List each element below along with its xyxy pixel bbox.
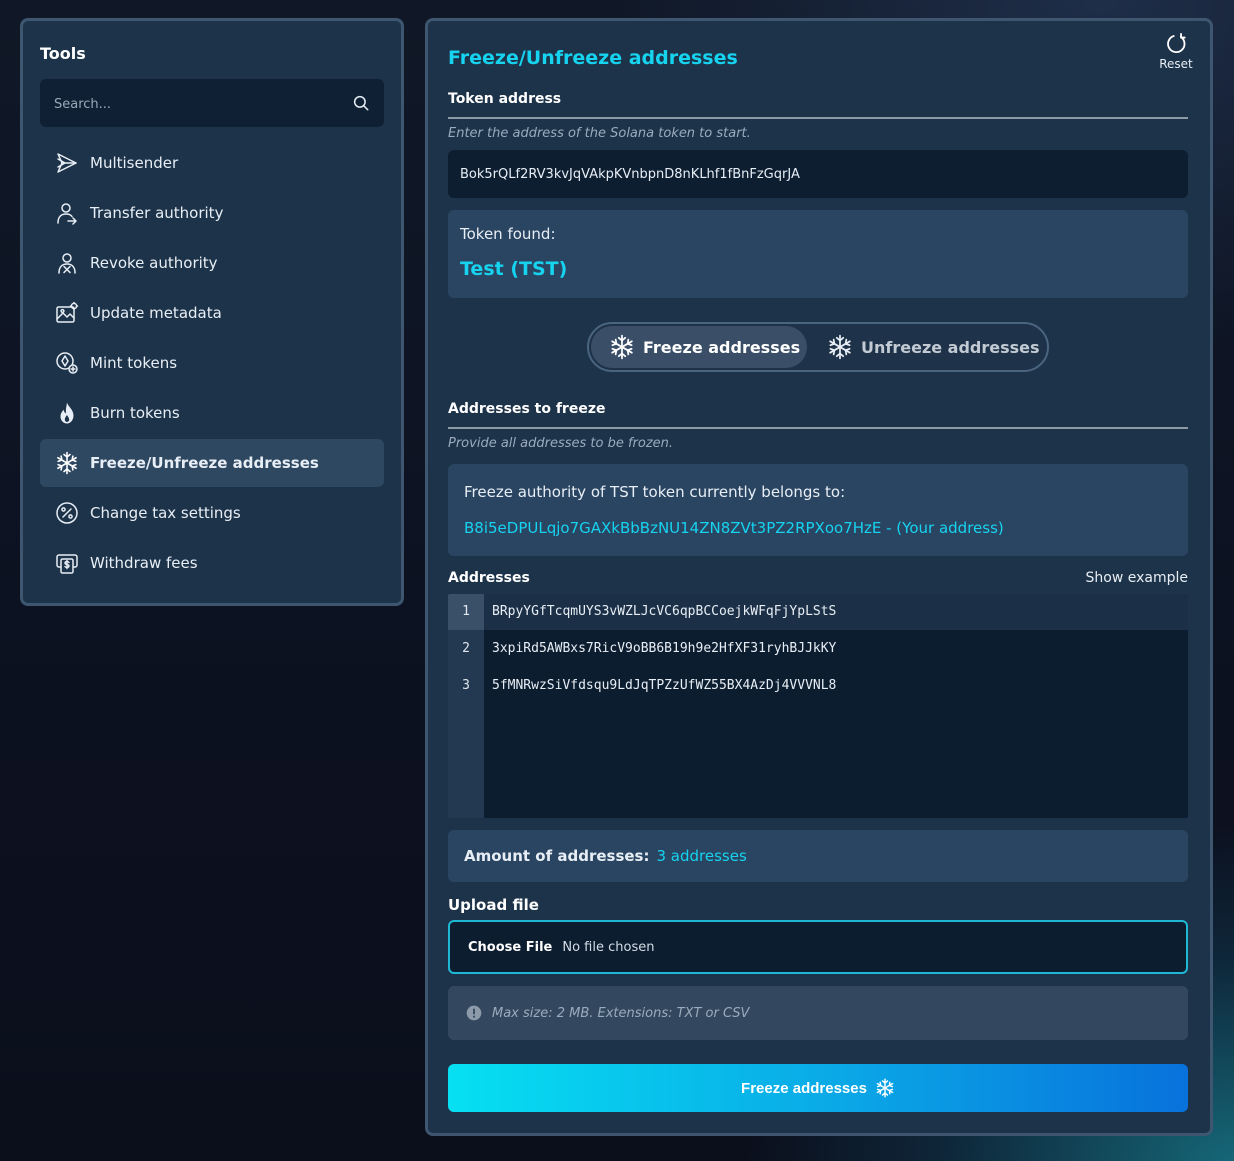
sidebar-item-revoke-authority[interactable]: Revoke authority (40, 239, 384, 287)
divider (448, 427, 1188, 429)
editor-line: 2 3xpiRd5AWBxs7RicV9oBB6B19h9e2HfXF31ryh… (448, 631, 1188, 667)
freeze-addresses-tab[interactable]: Freeze addresses (591, 326, 807, 368)
freeze-panel: Freeze/Unfreeze addresses Reset Token ad… (425, 18, 1213, 1136)
address-count-label: Amount of addresses: (464, 847, 650, 865)
sidebar-item-label: Withdraw fees (90, 554, 198, 572)
token-found-label: Token found: (460, 225, 556, 243)
unfreeze-addresses-tab[interactable]: Unfreeze addresses (811, 326, 1047, 368)
token-address-input[interactable]: Bok5rQLf2RV3kvJqVAkpKVnbpnD8nKLhf1fBnFzG… (448, 150, 1188, 198)
reset-icon (1167, 33, 1186, 54)
snowflake-outline-icon (829, 334, 851, 360)
tools-sidebar: Tools Multisender Transfer authority Rev… (20, 18, 404, 606)
search-input[interactable] (52, 79, 336, 129)
file-info-text: Max size: 2 MB. Extensions: TXT or CSV (492, 1005, 750, 1021)
freeze-mode-toggle: Freeze addresses Unfreeze addresses (587, 322, 1049, 372)
search-box (40, 79, 384, 129)
sidebar-item-transfer-authority[interactable]: Transfer authority (40, 189, 384, 237)
sidebar-item-update-metadata[interactable]: Update metadata (40, 289, 384, 337)
choose-file-button[interactable]: Choose File (468, 940, 552, 955)
sidebar-item-label: Transfer authority (90, 204, 224, 222)
addresses-editor[interactable]: 1 BRpyYGfTcqmUYS3vWZLJcVC6qpBCCoejkWFqFj… (448, 594, 1188, 818)
addresses-to-freeze-hint: Provide all addresses to be frozen. (448, 436, 674, 451)
revoke-authority-icon (54, 250, 80, 276)
sidebar-item-label: Revoke authority (90, 254, 218, 272)
token-found-value: Test (TST) (460, 258, 568, 280)
file-input[interactable]: Choose File No file chosen (448, 920, 1188, 974)
freeze-tab-label: Freeze addresses (643, 337, 801, 357)
divider (448, 117, 1188, 119)
address-text: 5fMNRwzSiVfdsqu9LdJqTPZzUfWZ55BX4AzDj4VV… (492, 678, 837, 693)
token-found-box: Token found: Test (TST) (448, 210, 1188, 298)
token-address-value: Bok5rQLf2RV3kvJqVAkpKVnbpnD8nKLhf1fBnFzG… (460, 166, 800, 182)
sidebar-item-withdraw-fees[interactable]: Withdraw fees (40, 539, 384, 587)
addresses-to-freeze-label: Addresses to freeze (448, 401, 606, 417)
address-text: 3xpiRd5AWBxs7RicV9oBB6B19h9e2HfXF31ryhBJ… (492, 641, 837, 656)
token-address-hint: Enter the address of the Solana token to… (448, 126, 751, 141)
flame-icon (54, 400, 80, 426)
sidebar-item-burn-tokens[interactable]: Burn tokens (40, 389, 384, 437)
line-number: 2 (462, 641, 470, 656)
editor-line: 1 BRpyYGfTcqmUYS3vWZLJcVC6qpBCCoejkWFqFj… (448, 594, 1188, 630)
transfer-authority-icon (54, 200, 80, 226)
snowflake-icon (611, 334, 633, 360)
addresses-label: Addresses (448, 570, 530, 586)
line-number: 3 (462, 678, 470, 693)
update-metadata-icon (54, 300, 80, 326)
withdraw-fees-icon (54, 550, 80, 576)
address-text: BRpyYGfTcqmUYS3vWZLJcVC6qpBCCoejkWFqFjYp… (492, 604, 837, 619)
line-number: 1 (448, 594, 484, 630)
reset-button[interactable]: Reset (1156, 33, 1196, 71)
search-icon[interactable] (352, 94, 370, 112)
freeze-authority-address: B8i5eDPULqjo7GAXkBbBzNU14ZN8ZVt3PZ2RPXoo… (464, 519, 1004, 537)
info-icon (466, 1005, 482, 1021)
sidebar-item-label: Multisender (90, 154, 179, 172)
mint-tokens-icon (54, 350, 80, 376)
tools-nav: Multisender Transfer authority Revoke au… (40, 139, 384, 589)
sidebar-item-label: Update metadata (90, 304, 222, 322)
token-address-label: Token address (448, 91, 562, 107)
freeze-authority-label: Freeze authority of TST token currently … (464, 483, 846, 501)
show-example-link[interactable]: Show example (1086, 570, 1188, 586)
address-count-value: 3 addresses (656, 847, 747, 865)
editor-line: 3 5fMNRwzSiVfdsqu9LdJqTPZzUfWZ55BX4AzDj4… (448, 668, 1188, 704)
snowflake-icon (54, 450, 80, 476)
reset-label: Reset (1159, 57, 1193, 71)
submit-label: Freeze addresses (741, 1079, 867, 1097)
upload-file-label: Upload file (448, 896, 539, 914)
snowflake-icon (876, 1078, 894, 1098)
sidebar-item-label: Freeze/Unfreeze addresses (90, 454, 319, 472)
sidebar-item-mint-tokens[interactable]: Mint tokens (40, 339, 384, 387)
page-title: Freeze/Unfreeze addresses (448, 47, 738, 69)
file-status: No file chosen (562, 939, 655, 955)
freeze-authority-box: Freeze authority of TST token currently … (448, 464, 1188, 556)
sidebar-item-change-tax-settings[interactable]: Change tax settings (40, 489, 384, 537)
freeze-addresses-button[interactable]: Freeze addresses (448, 1064, 1188, 1112)
sidebar-item-multisender[interactable]: Multisender (40, 139, 384, 187)
address-count-box: Amount of addresses: 3 addresses (448, 830, 1188, 882)
sidebar-item-label: Mint tokens (90, 354, 178, 372)
multisender-icon (54, 150, 80, 176)
file-info-box: Max size: 2 MB. Extensions: TXT or CSV (448, 986, 1188, 1040)
sidebar-item-freeze-unfreeze[interactable]: Freeze/Unfreeze addresses (40, 439, 384, 487)
sidebar-item-label: Burn tokens (90, 404, 180, 422)
unfreeze-tab-label: Unfreeze addresses (861, 337, 1040, 357)
sidebar-item-label: Change tax settings (90, 504, 241, 522)
percent-icon (54, 500, 80, 526)
sidebar-title: Tools (40, 44, 86, 63)
